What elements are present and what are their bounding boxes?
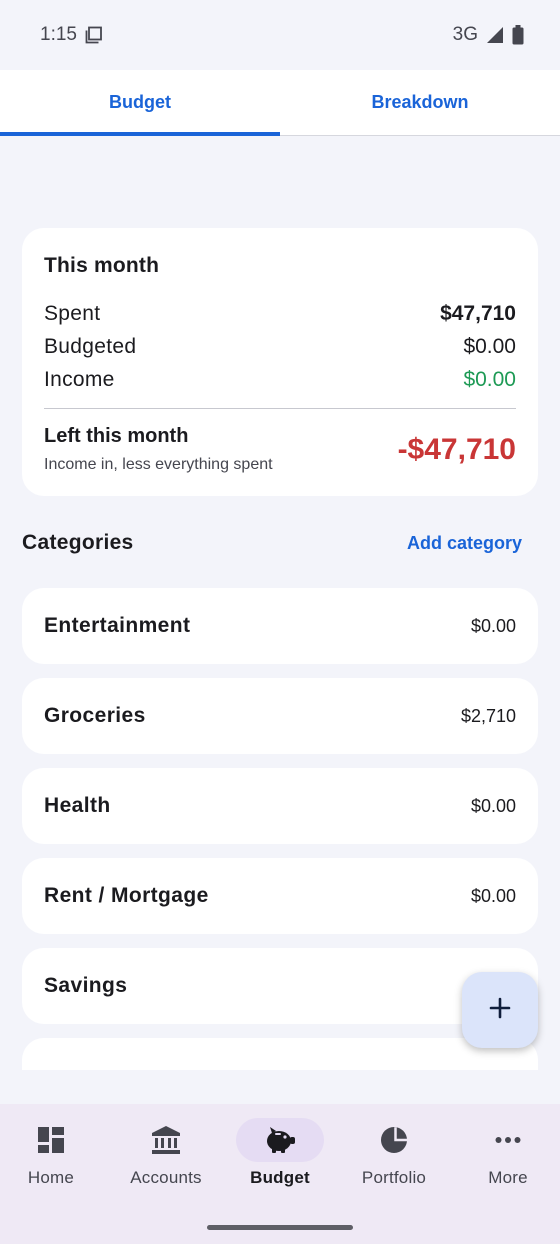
add-fab-button[interactable] (462, 972, 538, 1048)
bank-icon (122, 1118, 210, 1162)
tab-budget[interactable]: Budget (0, 70, 280, 136)
dashboard-icon (7, 1118, 95, 1162)
category-amount: $0.00 (470, 795, 516, 816)
nav-more[interactable]: More (453, 1118, 560, 1188)
category-amount: $0.00 (470, 885, 516, 906)
category-name: Entertainment (44, 614, 191, 637)
category-item-partial[interactable] (22, 1038, 538, 1070)
category-item-health[interactable]: Health $0.00 (22, 768, 538, 844)
category-amount: $0.00 (470, 615, 516, 636)
pie-chart-icon (350, 1118, 438, 1162)
network-type: 3G (452, 24, 478, 45)
category-name: Savings (44, 974, 128, 997)
status-time: 1:15 (40, 24, 77, 45)
screenshot-icon (85, 26, 103, 44)
nav-accounts[interactable]: Accounts (111, 1118, 221, 1188)
nav-label: Budget (250, 1168, 310, 1187)
budgeted-label: Budgeted (44, 334, 137, 358)
bottom-navigation: Home Accounts Budget Portfolio More (0, 1104, 560, 1244)
category-amount: $2,710 (460, 705, 516, 726)
nav-home[interactable]: Home (0, 1118, 106, 1188)
category-item-savings[interactable]: Savings (22, 948, 538, 1024)
nav-portfolio[interactable]: Portfolio (339, 1118, 449, 1188)
nav-label: More (488, 1168, 528, 1187)
nav-label: Accounts (130, 1168, 202, 1187)
nav-label: Portfolio (361, 1168, 427, 1187)
budgeted-row: Budgeted $0.00 (44, 330, 516, 363)
categories-header: Categories Add category (22, 528, 522, 558)
nav-budget[interactable]: Budget (225, 1118, 335, 1188)
spent-row: Spent $47,710 (44, 297, 516, 330)
left-this-month-row: Left this month Income in, less everythi… (44, 425, 516, 474)
home-indicator[interactable] (207, 1225, 353, 1230)
category-name: Rent / Mortgage (44, 884, 209, 907)
signal-icon (486, 26, 504, 44)
nav-label: Home (27, 1168, 75, 1187)
status-bar: 1:15 3G (0, 0, 560, 70)
tab-bar: Budget Breakdown (0, 70, 560, 136)
summary-divider (44, 408, 516, 409)
category-name: Groceries (44, 704, 146, 727)
month-summary-card: This month Spent $47,710 Budgeted $0.00 … (22, 228, 538, 496)
plus-icon (488, 996, 512, 1025)
left-value: -$47,710 (397, 432, 516, 466)
more-dots-icon (464, 1118, 552, 1162)
income-value: $0.00 (463, 367, 516, 391)
category-item-entertainment[interactable]: Entertainment $0.00 (22, 588, 538, 664)
spent-value: $47,710 (440, 301, 516, 325)
piggy-bank-icon (236, 1118, 324, 1162)
summary-title: This month (44, 254, 160, 277)
income-row: Income $0.00 (44, 363, 516, 396)
category-name: Health (44, 794, 111, 817)
add-category-button[interactable]: Add category (407, 533, 522, 554)
battery-icon (512, 25, 524, 45)
category-list[interactable]: Entertainment $0.00 Groceries $2,710 Hea… (22, 588, 538, 1070)
category-item-groceries[interactable]: Groceries $2,710 (22, 678, 538, 754)
categories-title: Categories (22, 531, 134, 554)
category-item-rent-mortgage[interactable]: Rent / Mortgage $0.00 (22, 858, 538, 934)
budgeted-value: $0.00 (463, 334, 516, 358)
tab-breakdown[interactable]: Breakdown (280, 70, 560, 135)
left-title: Left this month (44, 425, 189, 447)
spent-label: Spent (44, 301, 101, 325)
left-subtitle: Income in, less everything spent (44, 456, 273, 473)
income-label: Income (44, 367, 115, 391)
